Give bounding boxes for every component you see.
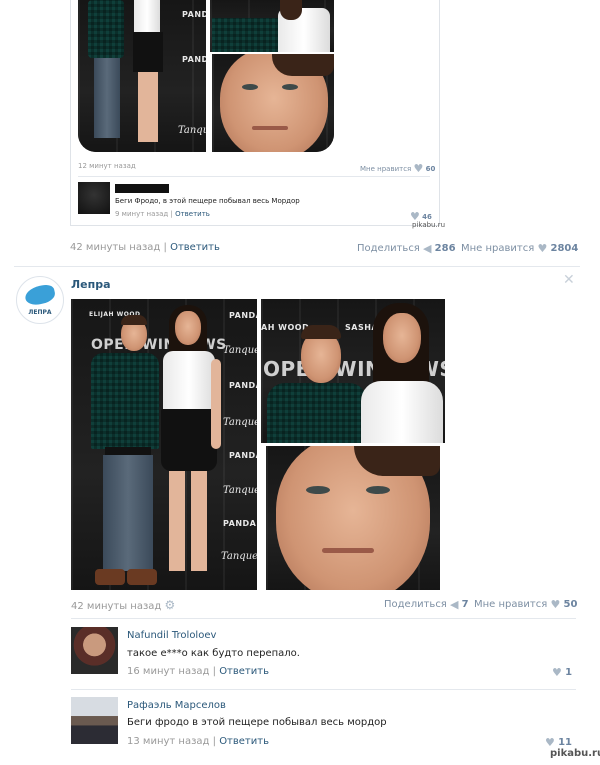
post2-share-button[interactable]: Поделиться ◀ 7 — [384, 598, 469, 611]
comment-divider — [71, 689, 576, 690]
nested-comment-reply-link[interactable]: Ответить — [175, 210, 210, 218]
heart-icon: ♥ — [413, 162, 424, 175]
post2-photo-crop[interactable]: AH WOOD SASHA OPEN WINDOWS — [261, 299, 445, 443]
likes-count: 2804 — [550, 243, 579, 254]
comment-text: Беги фродо в этой пещере побывал весь мо… — [127, 717, 387, 728]
photo-text-panda: PANDA — [223, 519, 257, 528]
divider — [78, 176, 430, 177]
comments-divider — [71, 618, 576, 619]
share-count: 286 — [434, 243, 456, 254]
group-name-link[interactable]: Лепра — [71, 278, 111, 291]
post2-time[interactable]: 42 минуты назад — [71, 601, 161, 612]
megaphone-icon: ◀ — [450, 598, 459, 611]
nested-photo-crop[interactable] — [210, 0, 334, 52]
photo-text-panda: PANDA — [229, 451, 257, 460]
photo-text-tanqueray: Tanqueray — [223, 345, 257, 356]
share-label: Поделиться — [357, 243, 420, 254]
comment-author-link[interactable]: Nafundil Trololoev — [127, 630, 216, 641]
photo-text-panda: PANDA — [182, 10, 206, 19]
photo-text-tanqueray: Tanqueray — [221, 551, 257, 562]
heart-icon: ♥ — [550, 598, 561, 611]
photo-text-panda: PANDA — [229, 311, 257, 320]
likes-label: Мне нравится — [461, 243, 535, 254]
photo-text-tanqueray: Tanqueray — [223, 417, 257, 428]
comment-time[interactable]: 13 минут назад — [127, 736, 209, 747]
post1-meta: 42 минуты назад | Ответить — [70, 242, 220, 253]
share-count: 7 — [461, 599, 469, 610]
likes-count: 50 — [563, 599, 578, 610]
likes-label: Мне нравится — [474, 599, 548, 610]
post1-reply-link[interactable]: Ответить — [170, 242, 220, 253]
nested-likes-button[interactable]: Мне нравится ♥ 60 — [360, 162, 435, 175]
nested-likes-count: 60 — [425, 165, 436, 173]
comment-meta: 16 минут назад | Ответить — [127, 666, 269, 677]
share-label: Поделиться — [384, 599, 447, 610]
photo-text-panda: PANDA — [229, 381, 257, 390]
post2-photo-face[interactable] — [266, 446, 440, 590]
post-divider — [14, 266, 580, 267]
comment-likes-count: 1 — [565, 667, 573, 678]
nested-comment-time: 9 минут назад — [115, 210, 169, 218]
watermark: pikabu.ru — [550, 748, 600, 759]
nested-likes-label: Мне нравится — [360, 165, 412, 173]
photo-text-panda: PANDA — [182, 55, 206, 64]
shark-icon — [23, 283, 57, 307]
post1-time[interactable]: 42 минуты назад — [70, 242, 160, 253]
photo-text-tanqueray: Tanqueray — [223, 485, 257, 496]
nested-post-time: 12 минут назад — [78, 162, 136, 170]
comment-likes-button[interactable]: ♥ 1 — [552, 666, 572, 679]
nested-comment-likes-count: 46 — [422, 213, 432, 221]
group-avatar[interactable]: ЛЕПРА — [16, 276, 64, 324]
comment-likes-count: 11 — [558, 737, 572, 748]
nested-comment-avatar[interactable] — [78, 182, 110, 214]
gear-icon[interactable]: ⚙ — [165, 598, 176, 612]
post2-meta: 42 минуты назад ⚙ — [71, 598, 175, 612]
photo-text-tanqueray: Tanqueray — [178, 125, 206, 136]
close-icon[interactable]: ✕ — [563, 272, 575, 288]
post1-likes-button[interactable]: Мне нравится ♥ 2804 — [461, 242, 578, 255]
nested-photo-face[interactable] — [212, 54, 334, 152]
nested-watermark: pikabu.ru — [412, 221, 446, 229]
comment-meta: 13 минут назад | Ответить — [127, 736, 269, 747]
comment-avatar[interactable] — [71, 697, 118, 744]
heart-icon: ♥ — [552, 666, 562, 679]
megaphone-icon: ◀ — [423, 242, 432, 255]
comment-reply-link[interactable]: Ответить — [219, 666, 269, 677]
post2-photo-full[interactable]: ELIJAH WOOD PANDA Tanqueray OPEN WINDOWS… — [71, 299, 257, 590]
comment-reply-link[interactable]: Ответить — [219, 736, 269, 747]
heart-icon: ♥ — [537, 242, 548, 255]
comment-avatar[interactable] — [71, 627, 118, 674]
nested-comment-text: Беги Фродо, в этой пещере побывал весь М… — [115, 197, 300, 205]
comment-text: такое е***о как будто перепало. — [127, 648, 300, 659]
comment-time[interactable]: 16 минут назад — [127, 666, 209, 677]
avatar-label: ЛЕПРА — [28, 309, 52, 316]
nested-photo-full[interactable]: PANDA PANDA Tanqueray — [78, 0, 206, 152]
redacted-author-name — [115, 184, 169, 193]
post1-share-button[interactable]: Поделиться ◀ 286 — [357, 242, 456, 255]
comment-author-link[interactable]: Рафаэль Марселов — [127, 700, 226, 711]
nested-comment-meta: 9 минут назад | Ответить — [115, 210, 210, 218]
post2-likes-button[interactable]: Мне нравится ♥ 50 — [474, 598, 577, 611]
